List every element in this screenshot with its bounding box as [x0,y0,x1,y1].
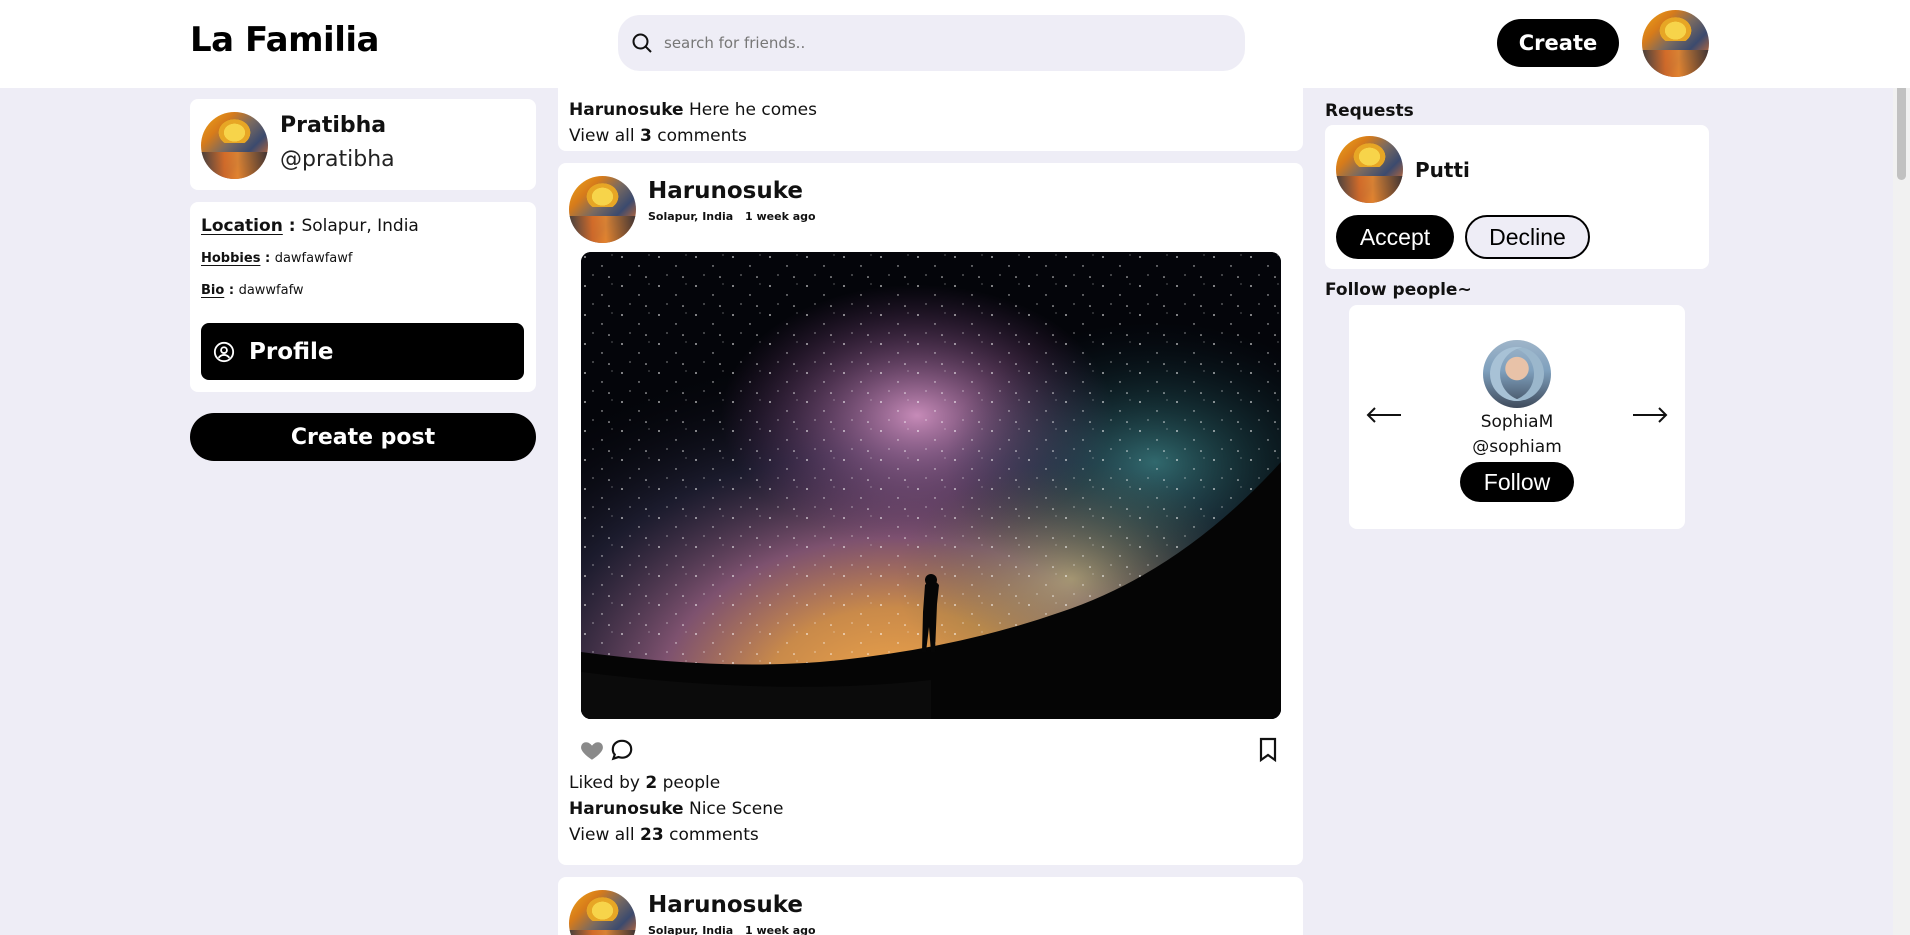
requests-title: Requests [1325,101,1414,121]
likes-row[interactable]: Liked by 2 people [569,773,720,793]
post-author[interactable]: Harunosuke [648,178,803,204]
profile-button[interactable]: Profile [201,323,524,380]
comments-suffix: comments [669,825,759,845]
search-icon [632,33,652,53]
create-button[interactable]: Create [1497,19,1619,67]
accept-button[interactable]: Accept [1336,215,1454,259]
search-bar[interactable] [618,15,1245,71]
hobbies-value: dawfawfawf [274,251,353,266]
post-meta: Solapur, India 1 week ago [648,924,824,935]
suggestion-avatar[interactable] [1483,340,1551,408]
post-card: Harunosuke Solapur, India 1 week ago [558,877,1303,935]
comments-prefix: View all [569,825,635,845]
starry-sky-image [581,252,1281,719]
user-card: Pratibha @pratibha [190,99,536,190]
arrow-right-icon[interactable] [1631,403,1669,427]
bio-value: dawwfafw [238,283,304,298]
post-actions [579,737,639,763]
follow-suggestion-card: SophiaM @sophiam Follow [1349,305,1685,529]
bio-row: Bio : dawwfafw [201,283,304,298]
likes-suffix: people [662,773,721,793]
request-card: Putti Accept Decline [1325,125,1709,269]
hobbies-label: Hobbies [201,251,261,266]
likes-count: 2 [645,773,658,793]
post-author[interactable]: Harunosuke [648,892,803,918]
comments-prefix: View all [569,126,635,146]
bio-label: Bio [201,283,225,298]
follow-button[interactable]: Follow [1460,462,1574,502]
view-comments-link[interactable]: View all 23 comments [569,825,759,845]
location-value: Solapur, India [301,216,419,236]
post-caption: Harunosuke Here he comes [569,100,817,120]
comments-count: 23 [640,825,664,845]
likes-prefix: Liked by [569,773,640,793]
caption-author[interactable]: Harunosuke [569,799,684,819]
decline-button[interactable]: Decline [1465,215,1590,259]
comments-suffix: comments [657,126,747,146]
heart-icon[interactable] [579,737,605,763]
user-circle-icon [213,341,235,362]
profile-button-label: Profile [249,338,334,365]
comments-count: 3 [640,126,652,146]
post-card: Harunosuke Solapur, India 1 week ago [558,163,1303,865]
view-comments-link[interactable]: View all 3 comments [569,126,747,146]
create-post-button[interactable]: Create post [190,413,536,461]
profile-handle: @pratibha [280,147,395,172]
caption-text: Here he comes [688,100,817,120]
comment-icon[interactable] [609,737,635,763]
follow-people-title: Follow people~ [1325,280,1472,300]
app-logo[interactable]: La Familia [190,20,379,60]
caption-author[interactable]: Harunosuke [569,100,684,120]
scrollbar-thumb[interactable] [1897,84,1906,180]
caption-text: Nice Scene [688,799,784,819]
post-time: 1 week ago [745,924,816,935]
post-author-avatar[interactable] [569,176,636,243]
post-location: Solapur, India [648,210,734,223]
user-avatar[interactable] [1642,10,1709,77]
post-location: Solapur, India [648,924,734,935]
hobbies-row: Hobbies : dawfawfawf [201,251,353,266]
location-label: Location [201,216,283,236]
bookmark-icon[interactable] [1256,737,1280,763]
post-meta: Solapur, India 1 week ago [648,210,824,223]
request-avatar[interactable] [1336,136,1403,203]
location-row: Location : Solapur, India [201,216,419,236]
post-time: 1 week ago [745,210,816,223]
top-navbar: La Familia Create [0,0,1910,88]
profile-info-card: Location : Solapur, India Hobbies : dawf… [190,202,536,392]
suggestion-handle: @sophiam [1472,437,1562,457]
profile-avatar[interactable] [201,112,268,179]
previous-post-footer: Harunosuke Here he comes View all 3 comm… [558,88,1303,151]
profile-name: Pratibha [280,113,387,138]
post-image[interactable] [581,252,1281,719]
post-caption: Harunosuke Nice Scene [569,799,783,819]
request-name[interactable]: Putti [1415,158,1470,182]
post-author-avatar[interactable] [569,890,636,935]
page-scrollbar[interactable] [1893,0,1910,935]
search-input[interactable] [664,34,1224,52]
